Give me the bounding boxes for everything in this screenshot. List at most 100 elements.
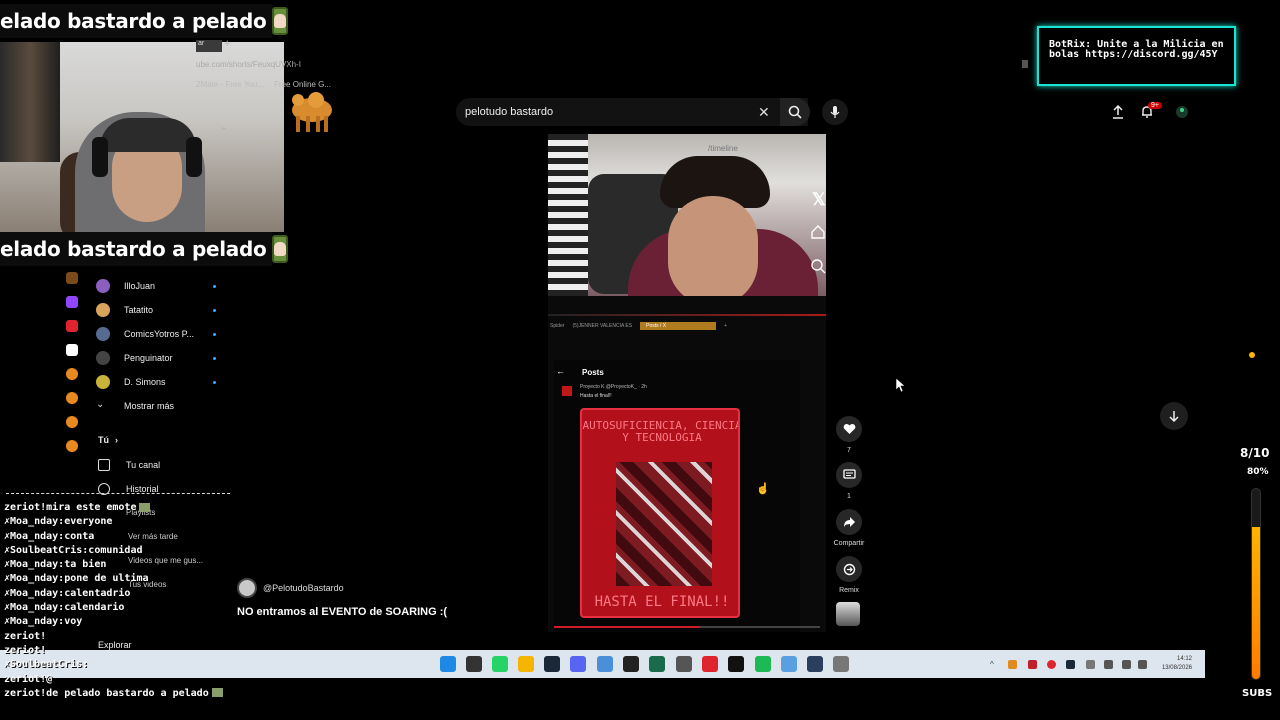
microphone-icon[interactable] <box>1104 660 1113 669</box>
tray-icon[interactable] <box>1047 660 1056 669</box>
embedded-sidebar <box>814 360 826 620</box>
monitor-icon[interactable] <box>1122 660 1131 669</box>
tray-icon[interactable] <box>1066 660 1075 669</box>
avatar[interactable] <box>1173 103 1191 121</box>
back-arrow-icon: ← <box>556 366 565 376</box>
subscription-label: Penguinator <box>124 353 173 363</box>
chat-message: ✗Moa_nday:pone de ultima <box>4 572 244 586</box>
chat-message: zeriot!de pelado bastardo a pelado <box>4 687 244 701</box>
speaker-icon[interactable] <box>1138 660 1147 669</box>
chat-username[interactable]: zeriot! <box>4 688 46 699</box>
search-icon <box>811 259 826 274</box>
subscription-label: IlloJuan <box>124 281 156 291</box>
chat-text: comunidad <box>88 544 143 556</box>
sidebar-item-illojuan[interactable]: IlloJuan <box>96 274 216 298</box>
chat-username[interactable]: ✗Moa_nday: <box>4 559 64 570</box>
chevron-up-icon[interactable]: ⌃ <box>220 126 228 137</box>
clear-search-icon[interactable]: ✕ <box>758 104 770 121</box>
new-content-dot <box>213 380 216 384</box>
app-icon-blue[interactable] <box>597 656 613 672</box>
like-count: 7 <box>847 447 851 454</box>
poster-top-text: AUTOSUFICIENCIA, CIENCIA Y TECNOLOGIA <box>582 419 740 444</box>
windows-start-icon[interactable] <box>440 656 456 672</box>
app-icon-green[interactable] <box>649 656 665 672</box>
chat-username[interactable]: zeriot! <box>4 502 46 513</box>
file-explorer-icon[interactable] <box>518 656 534 672</box>
indicator-dot <box>1249 352 1255 358</box>
app-icon-diamond[interactable] <box>781 656 797 672</box>
camel-emote-icon <box>292 92 332 132</box>
chat-text: de pelado bastardo a pelado <box>46 687 209 699</box>
sidebar-item-tatatito[interactable]: Tatatito <box>96 298 216 322</box>
short-video-player[interactable]: /timeline 𝕏 Spider (5)JENNER VALENCIA ES… <box>548 134 826 632</box>
sub-goal-percent: 80% <box>1247 467 1269 477</box>
embedded-posts-panel: ← Posts Proyecto K @ProyectoK_ · 2h Hast… <box>554 360 800 632</box>
system-clock[interactable]: 14:12 13/08/2026 <box>1152 655 1192 673</box>
chat-username[interactable]: ✗Moa_nday: <box>4 616 64 627</box>
chat-username[interactable]: ✗Moa_nday: <box>4 602 64 613</box>
sidebar-item-comicsyotros[interactable]: ComicsYotros P... <box>96 322 216 346</box>
stream-chat: zeriot!mira este emote ✗Moa_nday:everyone… <box>4 501 244 701</box>
browser-tab[interactable]: ar <box>196 40 222 52</box>
like-button[interactable] <box>836 416 862 442</box>
search-icon[interactable] <box>466 656 482 672</box>
you-section-header[interactable]: Tú › <box>98 435 118 445</box>
chat-username[interactable]: zeriot! <box>4 645 46 656</box>
upload-icon[interactable] <box>1109 103 1127 121</box>
chat-username[interactable]: zeriot! <box>4 674 46 685</box>
sidebar-item-your-channel[interactable]: Tu canal <box>98 459 160 471</box>
tray-icon[interactable] <box>1028 660 1037 669</box>
whatsapp-icon[interactable] <box>492 656 508 672</box>
chat-message: ✗Moa_nday:calentadrio <box>4 587 244 601</box>
video-progress-bar[interactable] <box>554 626 820 628</box>
chat-username[interactable]: ✗Moa_nday: <box>4 588 64 599</box>
new-content-dot <box>213 332 216 336</box>
new-tab-icon[interactable]: + <box>224 38 230 50</box>
subscription-label: Tatatito <box>124 305 154 315</box>
chat-message: zeriot! <box>4 630 244 644</box>
notification-badge: 9+ <box>1148 102 1162 109</box>
comment-button[interactable] <box>836 462 862 488</box>
chat-message: ✗Moa_nday:ta bien <box>4 558 244 572</box>
chat-username[interactable]: ✗Moa_nday: <box>4 516 64 527</box>
channel-name[interactable]: @PelotudoBastardo <box>263 583 344 593</box>
chrome-icon[interactable] <box>676 656 692 672</box>
mouse-pointer-icon <box>896 378 906 392</box>
sidebar-item-dsimons[interactable]: D. Simons <box>96 370 216 394</box>
app-icon-circle[interactable] <box>728 656 744 672</box>
steam-icon-2[interactable] <box>807 656 823 672</box>
spotify-icon[interactable] <box>755 656 771 672</box>
embedded-tab-strip: Spider (5)JENNER VALENCIA ES Posts / X + <box>550 322 728 330</box>
chat-username[interactable]: ✗SoulbeatCris: <box>4 659 88 670</box>
sidebar-item-penguinator[interactable]: Penguinator <box>96 346 216 370</box>
chat-username[interactable]: zeriot! <box>4 631 46 642</box>
chat-username[interactable]: ✗Moa_nday: <box>4 531 64 542</box>
chat-message: zeriot!@ <box>4 673 244 687</box>
short-title: NO entramos al EVENTO de SOARING :( <box>237 606 448 618</box>
chat-username[interactable]: ✗Moa_nday: <box>4 573 64 584</box>
hand-cursor-icon: ☝ <box>756 483 770 495</box>
discord-icon[interactable] <box>570 656 586 672</box>
next-short-button[interactable] <box>1160 402 1188 430</box>
tray-icon[interactable] <box>1008 660 1017 669</box>
search-input[interactable]: pelotudo bastardo <box>456 98 808 126</box>
subscription-label: D. Simons <box>124 377 166 387</box>
obs-icon[interactable] <box>623 656 639 672</box>
audio-thumbnail[interactable] <box>836 602 860 626</box>
address-bar[interactable]: ube.com/shorts/FeuxqUVXh-I <box>196 60 301 69</box>
comment-count: 1 <box>847 493 851 500</box>
show-more-button[interactable]: ⌄ Mostrar más <box>96 394 216 418</box>
chat-emote <box>139 502 151 512</box>
steam-icon[interactable] <box>544 656 560 672</box>
bookmark-item[interactable]: 2Mate - Free You... <box>196 80 264 89</box>
tray-icon[interactable] <box>1086 660 1095 669</box>
chevron-up-icon[interactable]: ^ <box>990 660 999 669</box>
app-icon-gray[interactable] <box>833 656 849 672</box>
chat-username[interactable]: ✗SoulbeatCris: <box>4 545 88 556</box>
voice-search-button[interactable] <box>822 99 848 125</box>
search-button[interactable] <box>780 98 810 126</box>
opera-icon[interactable] <box>702 656 718 672</box>
heart-icon <box>843 423 855 434</box>
share-button[interactable] <box>836 509 862 535</box>
remix-button[interactable] <box>836 556 862 582</box>
